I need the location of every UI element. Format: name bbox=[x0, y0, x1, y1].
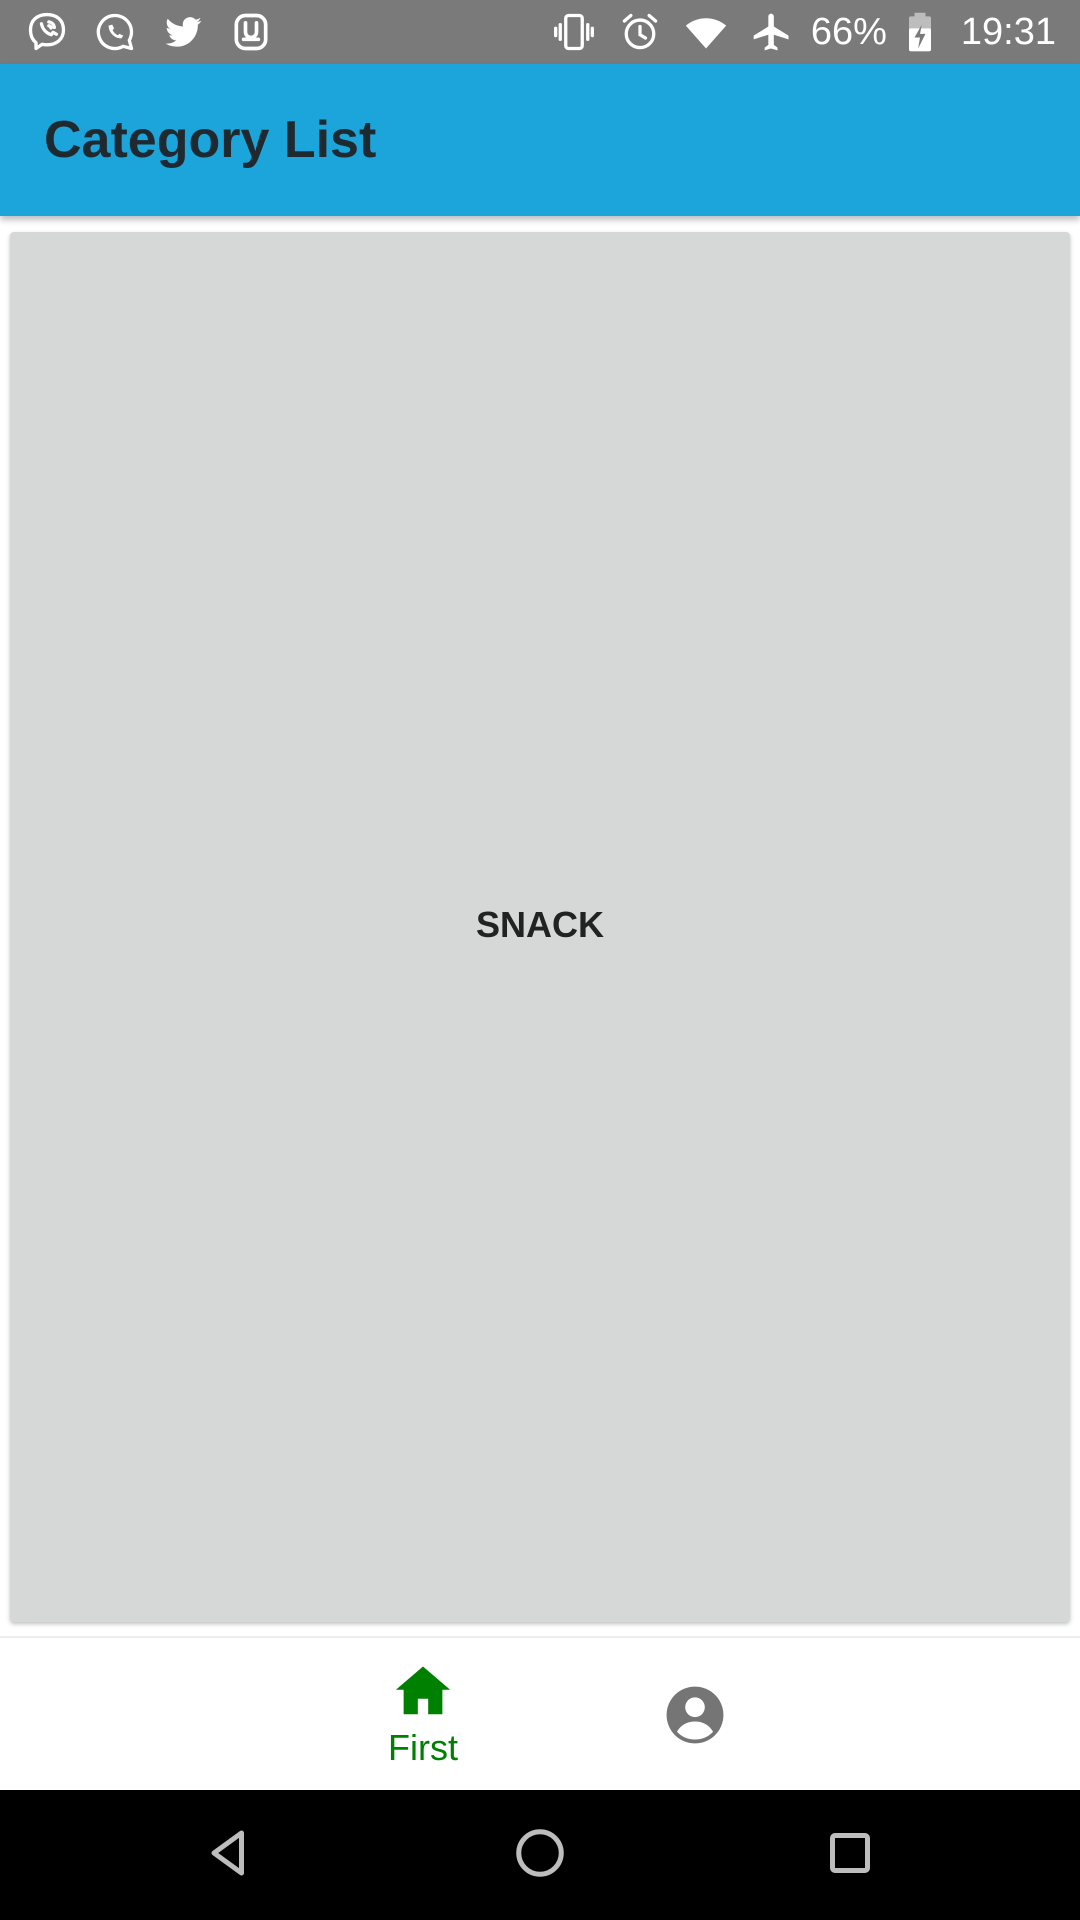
system-navigation-bar bbox=[0, 1790, 1080, 1920]
status-system-icons: 66% 19:31 bbox=[531, 9, 1056, 55]
whatsapp-icon bbox=[92, 9, 138, 55]
system-back-button[interactable] bbox=[194, 1820, 264, 1890]
wifi-icon bbox=[683, 9, 729, 55]
status-time: 19:31 bbox=[960, 10, 1056, 53]
system-recents-button[interactable] bbox=[815, 1820, 885, 1890]
bottom-nav-item-first[interactable]: First bbox=[363, 1660, 483, 1769]
battery-charging-icon bbox=[897, 9, 943, 55]
vibrate-icon bbox=[551, 9, 597, 55]
battery-percent: 66% bbox=[810, 10, 887, 53]
airplane-mode-icon bbox=[749, 9, 795, 55]
category-card-snack[interactable]: SNACK bbox=[10, 232, 1070, 1622]
bottom-nav-label-first: First bbox=[388, 1727, 458, 1768]
home-icon bbox=[392, 1660, 454, 1727]
tab-app-icon bbox=[228, 9, 274, 55]
system-home-button[interactable] bbox=[505, 1820, 575, 1890]
recents-square-icon bbox=[820, 1823, 880, 1888]
app-bar: Category List bbox=[0, 64, 1080, 216]
bottom-nav-item-profile[interactable] bbox=[655, 1684, 735, 1751]
category-label: SNACK bbox=[475, 903, 604, 945]
page-title: Category List bbox=[44, 111, 377, 169]
account-circle-icon bbox=[664, 1684, 726, 1751]
viber-icon bbox=[24, 9, 70, 55]
bottom-navigation: First bbox=[0, 1636, 1080, 1790]
home-circle-icon bbox=[510, 1823, 570, 1888]
status-bar: 66% 19:31 bbox=[0, 0, 1080, 64]
alarm-icon bbox=[617, 9, 663, 55]
twitter-icon bbox=[160, 9, 206, 55]
status-notification-icons bbox=[24, 9, 296, 55]
category-list[interactable]: SNACK bbox=[0, 216, 1080, 1636]
back-triangle-icon bbox=[199, 1823, 259, 1888]
